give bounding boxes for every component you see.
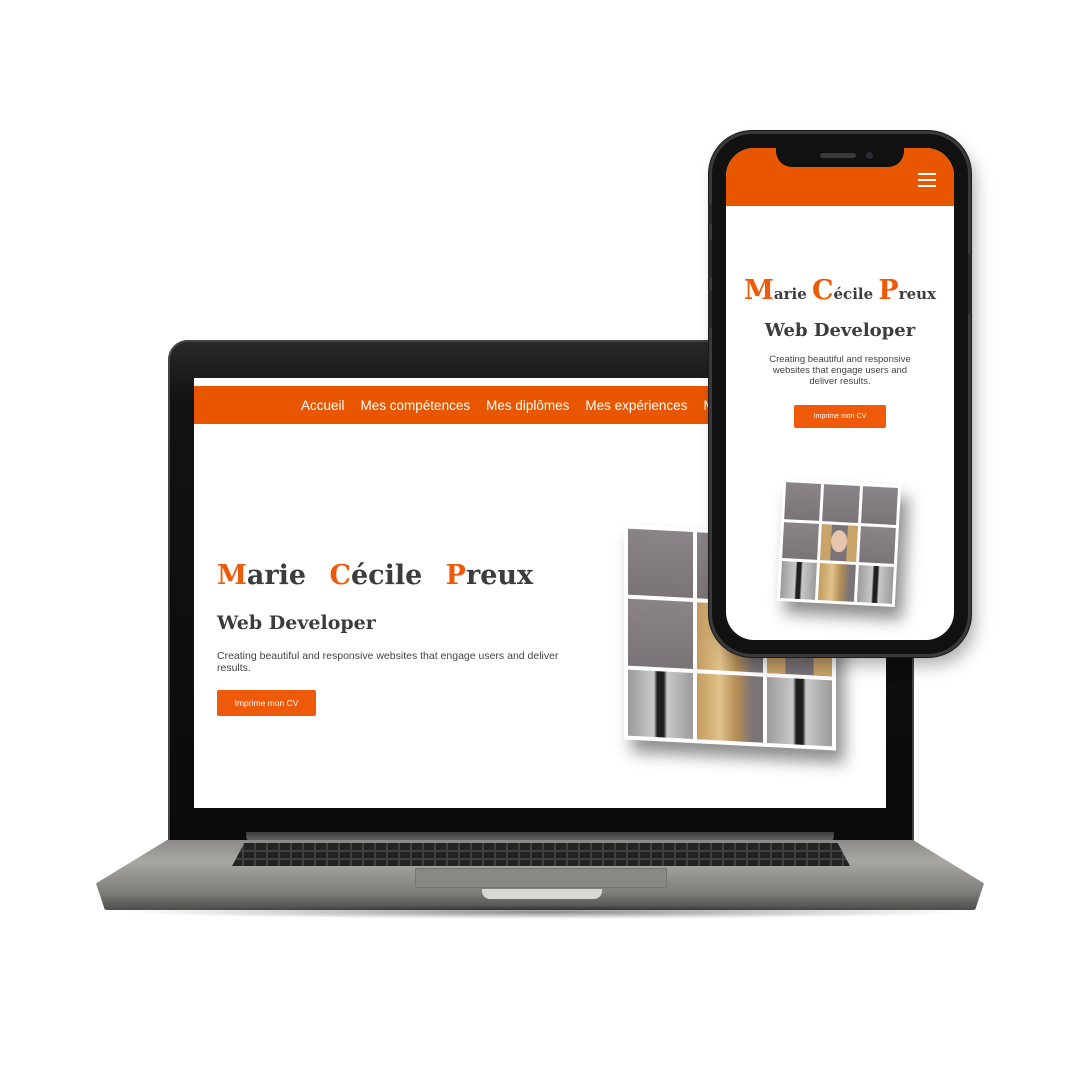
laptop-opening-notch	[482, 889, 602, 899]
phone-power-button	[968, 254, 972, 314]
phone-camera	[866, 152, 873, 159]
laptop-shadow	[120, 905, 970, 919]
phone-silent-switch	[708, 204, 712, 224]
phone-hero-description: Creating beautiful and responsive websit…	[769, 354, 911, 387]
hero-name: Marie Cécile Preux	[217, 560, 547, 591]
photo-tile	[628, 669, 694, 740]
nav-item-experiences[interactable]: Mes expériences	[585, 398, 687, 413]
laptop-keyboard	[232, 843, 850, 866]
photo-tile	[782, 521, 820, 561]
photo-tile	[822, 484, 860, 523]
photo-tile	[856, 565, 894, 604]
hamburger-menu-icon[interactable]	[918, 171, 936, 189]
photo-tile	[766, 676, 832, 747]
photo-tile	[820, 523, 858, 563]
phone-profile-photo-grid	[776, 478, 902, 608]
name-word-last: Preux	[445, 560, 534, 591]
photo-tile	[860, 486, 898, 525]
nav-item-diplomes[interactable]: Mes diplômes	[486, 398, 569, 413]
photo-tile	[628, 598, 694, 669]
nav-item-accueil[interactable]: Accueil	[301, 398, 345, 413]
phone-volume-down	[708, 290, 712, 328]
laptop-trackpad	[415, 868, 667, 888]
hero-description: Creating beautiful and responsive websit…	[217, 650, 559, 674]
photo-tile	[818, 563, 856, 602]
phone-print-cv-button[interactable]: Imprime mon CV	[794, 405, 886, 428]
phone-volume-up	[708, 240, 712, 278]
photo-tile	[628, 528, 694, 599]
nav-item-competences[interactable]: Mes compétences	[361, 398, 471, 413]
hero-role: Web Developer	[217, 612, 376, 634]
photo-tile	[697, 672, 763, 743]
laptop-nav-items: Accueil Mes compétences Mes diplômes Mes…	[301, 386, 715, 424]
print-cv-button[interactable]: Imprime mon CV	[217, 690, 316, 716]
phone-speaker	[820, 153, 856, 158]
photo-tile	[784, 482, 822, 521]
photo-tile	[780, 561, 818, 600]
photo-tile	[858, 525, 896, 565]
name-word-middle: Cécile	[329, 560, 423, 591]
phone-hero-name: Marie Cécile Preux	[744, 275, 936, 306]
phone-hero-role: Web Developer	[764, 320, 916, 341]
name-word-first: Marie	[217, 560, 307, 591]
